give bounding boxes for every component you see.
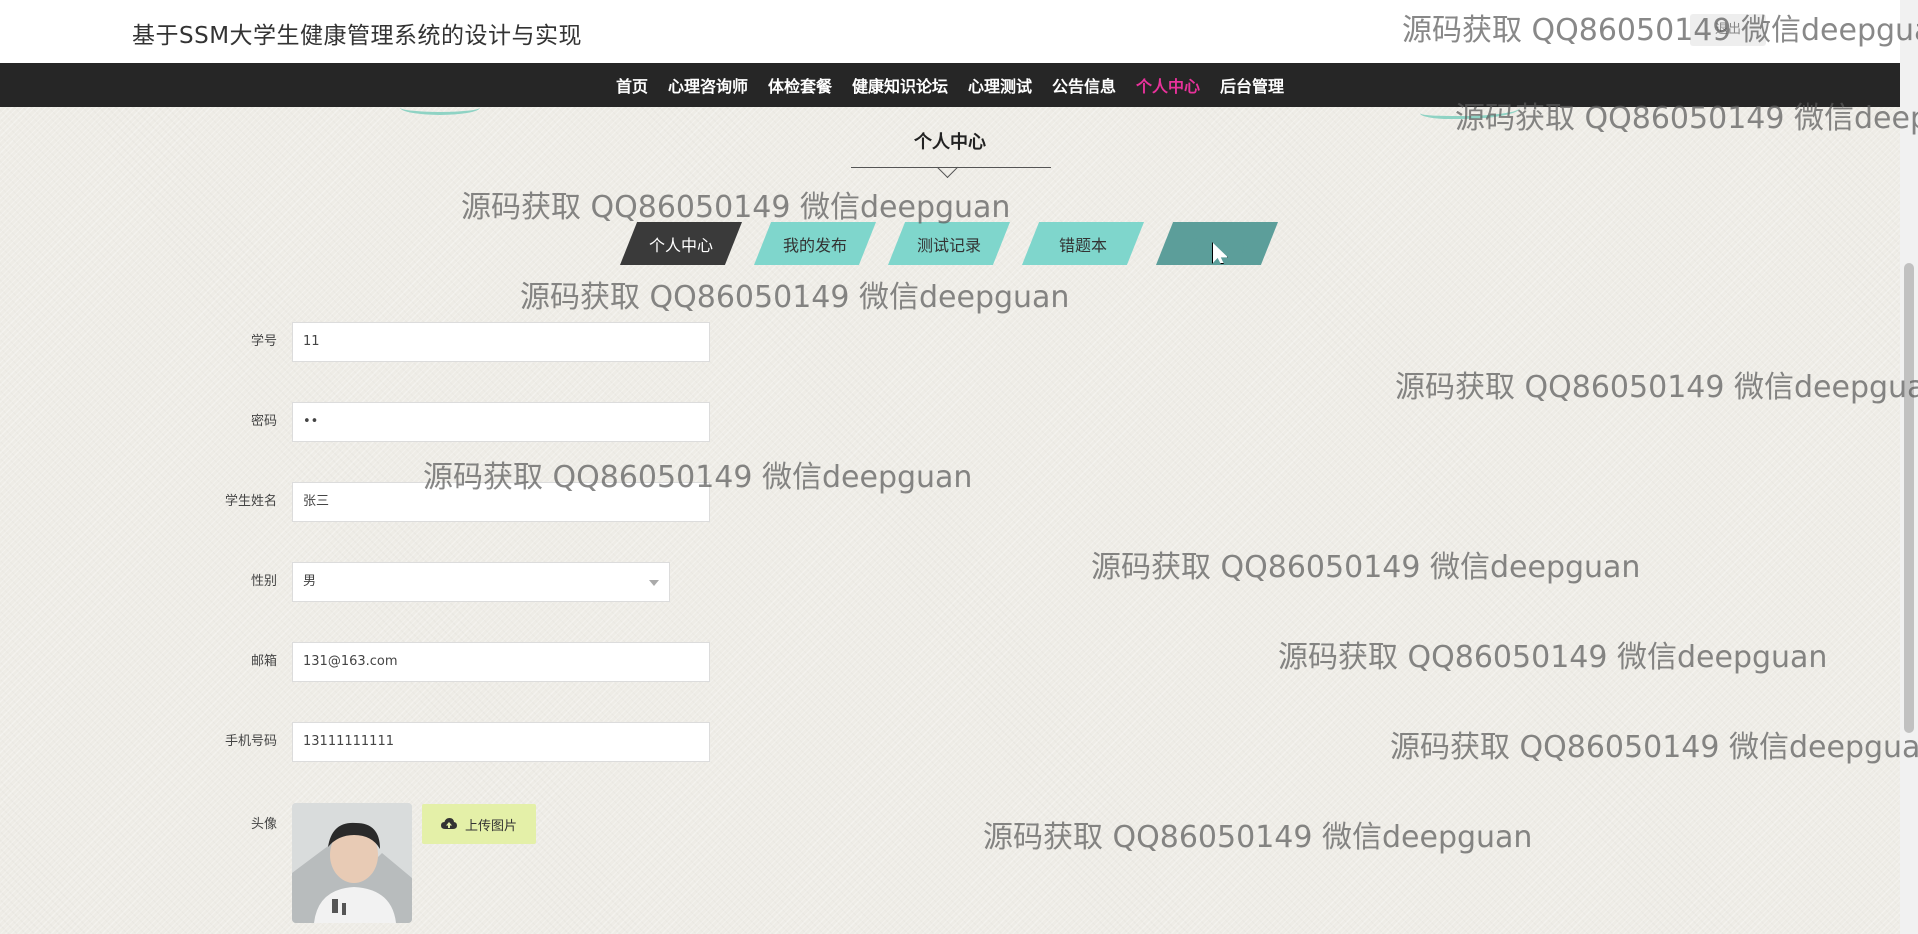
watermark-text: 源码获取 QQ86050149 微信deepguan	[1278, 640, 1828, 675]
upload-image-button[interactable]: 上传图片	[422, 804, 536, 844]
decorative-wave	[1420, 100, 1520, 119]
page-scrollbar-thumb[interactable]	[1904, 263, 1914, 733]
nav-item-counselor[interactable]: 心理咨询师	[658, 73, 758, 97]
watermark-text: 源码获取 QQ86050149 微信deepguan	[983, 820, 1533, 855]
gender-select-value: 男	[303, 574, 317, 589]
nav-item-personal-center[interactable]: 个人中心	[1126, 73, 1210, 97]
page-title: 个人中心	[914, 132, 986, 153]
cloud-upload-icon	[440, 818, 457, 829]
nav-item-health-forum[interactable]: 健康知识论坛	[842, 73, 958, 97]
phone-label: 手机号码	[224, 734, 277, 749]
email-label: 邮箱	[250, 654, 277, 669]
tab-favorites[interactable]: 我的收藏	[1156, 222, 1278, 265]
student-id-label: 学号	[250, 334, 277, 349]
avatar-label: 头像	[250, 817, 277, 832]
nav-item-admin[interactable]: 后台管理	[1210, 73, 1294, 97]
watermark-text: 源码获取 QQ86050149 微信deepguan	[1390, 730, 1918, 765]
decorative-wave	[400, 100, 480, 115]
profile-tabs: 个人中心 我的发布 测试记录 错题本 我的收藏	[620, 222, 1278, 265]
email-input[interactable]: 131@163.com	[292, 642, 710, 682]
title-divider-arrow	[936, 156, 959, 179]
nav-item-home[interactable]: 首页	[606, 73, 658, 97]
password-label: 密码	[250, 414, 277, 429]
tab-personal-center[interactable]: 个人中心	[620, 222, 742, 265]
password-input[interactable]: ••	[292, 402, 710, 442]
nav-item-psych-test[interactable]: 心理测试	[958, 73, 1042, 97]
name-input[interactable]: 张三	[292, 482, 710, 522]
chevron-down-icon	[649, 580, 659, 586]
header-bar: 基于SSM大学生健康管理系统的设计与实现 退出	[0, 0, 1900, 63]
logout-button[interactable]: 退出	[1690, 14, 1766, 46]
tab-my-posts[interactable]: 我的发布	[754, 222, 876, 265]
gender-label: 性别	[250, 574, 277, 589]
avatar	[292, 803, 412, 923]
tab-test-records[interactable]: 测试记录	[888, 222, 1010, 265]
watermark-text: 源码获取 QQ86050149 微信deepguan	[520, 280, 1070, 315]
nav-scalloped-edge	[0, 100, 1900, 110]
upload-button-label: 上传图片	[464, 818, 517, 834]
watermark-text: 源码获取 QQ86050149 微信deepguan	[1091, 550, 1641, 585]
site-title: 基于SSM大学生健康管理系统的设计与实现	[132, 23, 583, 49]
watermark-text: 源码获取 QQ86050149 微信deepguan	[461, 190, 1011, 225]
avatar-image	[292, 803, 412, 923]
nav-item-checkup-package[interactable]: 体检套餐	[758, 73, 842, 97]
name-label: 学生姓名	[224, 494, 277, 509]
watermark-text: 源码获取 QQ86050149 微信deepguan	[1395, 370, 1918, 405]
nav-item-announcements[interactable]: 公告信息	[1042, 73, 1126, 97]
phone-input[interactable]: 13111111111	[292, 722, 710, 762]
tab-wrong-questions[interactable]: 错题本	[1022, 222, 1144, 265]
student-id-input[interactable]: 11	[292, 322, 710, 362]
gender-select[interactable]: 男	[292, 562, 670, 602]
